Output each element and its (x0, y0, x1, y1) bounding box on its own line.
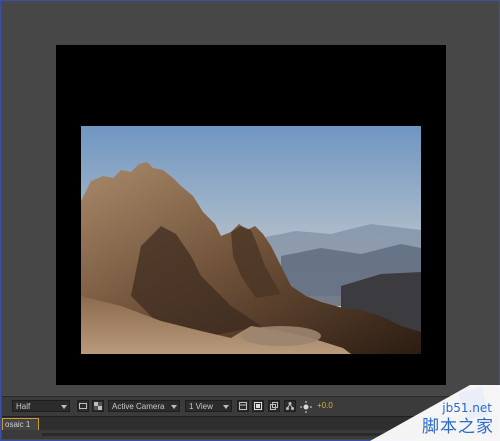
toggle-alpha-icon[interactable] (252, 400, 264, 412)
flowchart-icon[interactable] (284, 400, 296, 412)
exposure-icon[interactable] (300, 400, 312, 413)
chevron-down-icon (61, 405, 67, 409)
3d-view-icon[interactable] (268, 400, 280, 412)
camera-value: Active Camera (112, 402, 165, 411)
composition-footage-mountain-photo (81, 126, 421, 354)
exposure-value[interactable]: +0.0 (317, 400, 347, 412)
chevron-down-icon (171, 405, 177, 409)
mountain-landscape-image (81, 126, 421, 354)
composition-viewer[interactable] (2, 2, 498, 395)
chevron-down-icon (223, 405, 229, 409)
watermark-site-name: 脚本之家 (422, 417, 494, 437)
magnification-dropdown[interactable]: Half (12, 400, 70, 412)
tab-composition[interactable]: osaic 1 × (2, 418, 39, 440)
views-layout-dropdown[interactable]: 1 View (185, 400, 232, 412)
transparency-grid-icon[interactable] (92, 400, 104, 412)
watermark: jb51.net 脚本之家 (350, 385, 500, 441)
after-effects-composition-window: Half Active Camera 1 View +0.0 osaic 1 (0, 0, 500, 441)
region-of-interest-icon[interactable] (77, 400, 89, 412)
fast-previews-icon[interactable] (237, 400, 249, 412)
camera-view-dropdown[interactable]: Active Camera (108, 400, 180, 412)
views-value: 1 View (189, 402, 213, 411)
magnification-value: Half (16, 402, 31, 411)
tab-label: osaic 1 (5, 420, 31, 429)
